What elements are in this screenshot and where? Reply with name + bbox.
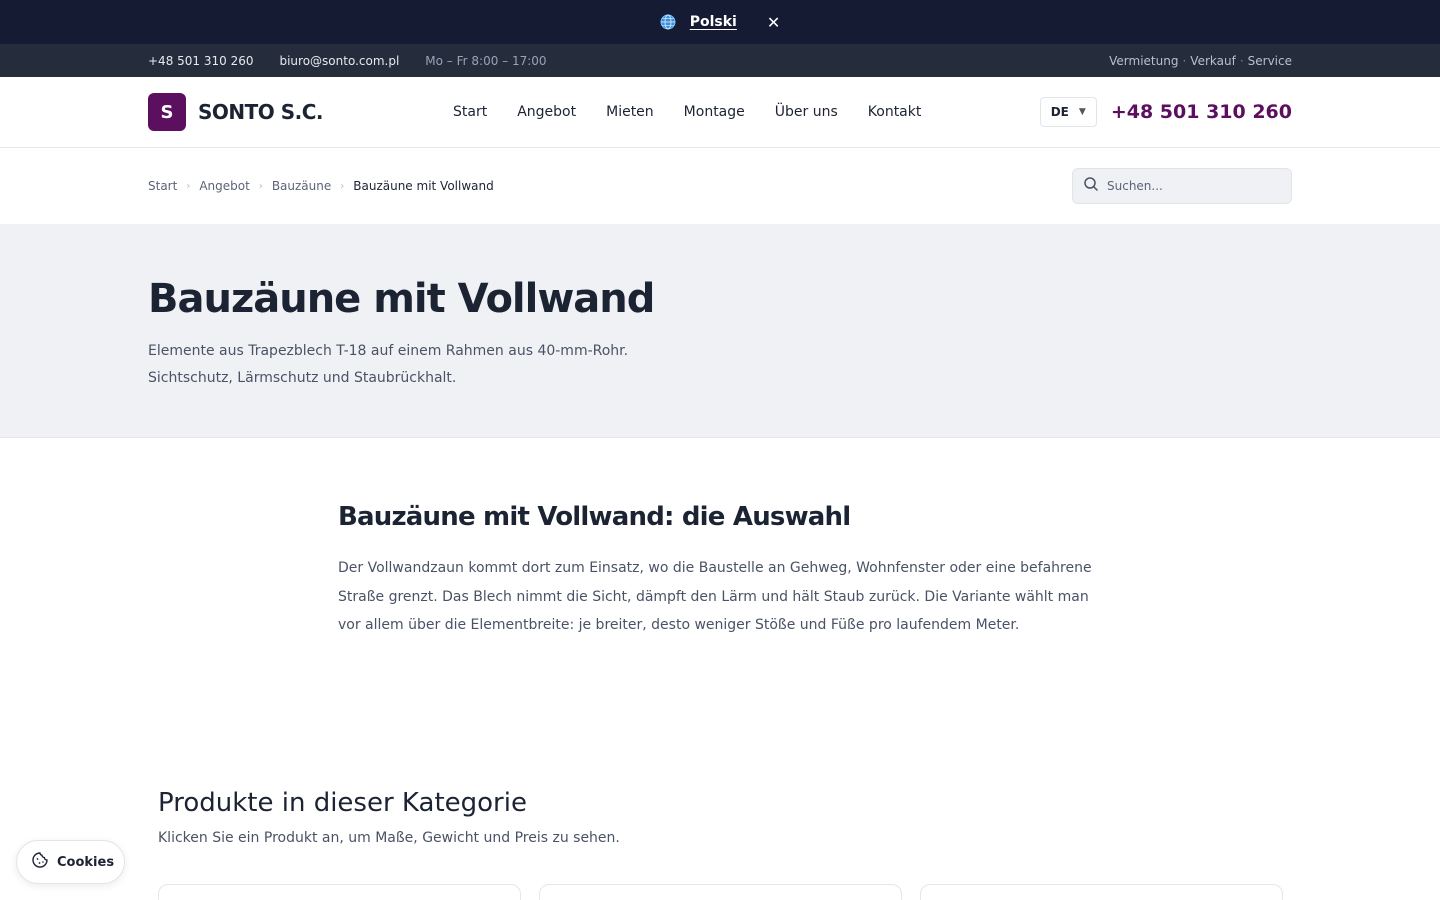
- product-card[interactable]: [920, 884, 1283, 900]
- header-phone[interactable]: +48 501 310 260: [1111, 101, 1292, 123]
- breadcrumb-angebot[interactable]: Angebot: [199, 179, 249, 193]
- search-icon: [1083, 176, 1099, 196]
- product-card[interactable]: [158, 884, 521, 900]
- breadcrumb-row: Start › Angebot › Bauzäune › Bauzäune mi…: [0, 148, 1440, 224]
- intro-line: Straße grenzt. Das Blech nimmt die Sicht…: [338, 588, 1089, 605]
- language-select[interactable]: DE ▼: [1039, 97, 1097, 127]
- products-hint: Klicken Sie ein Produkt an, um Maße, Gew…: [158, 830, 620, 846]
- service-rental: Vermietung: [1109, 53, 1179, 68]
- service-service: Service: [1247, 53, 1292, 68]
- hero-subtitle: Elemente aus Trapezblech T-18 auf einem …: [148, 338, 1292, 392]
- main-nav: Start Angebot Mieten Montage Über uns Ko…: [453, 77, 921, 147]
- cookie-icon: [31, 851, 49, 873]
- site-header: S SONTO S.C. Start Angebot Mieten Montag…: [0, 77, 1440, 148]
- cookies-button[interactable]: Cookies: [16, 840, 125, 884]
- service-sale: Verkauf: [1190, 53, 1236, 68]
- nav-mieten[interactable]: Mieten: [606, 104, 654, 120]
- search-input[interactable]: [1107, 179, 1277, 193]
- logo-text: SONTO S.C.: [198, 100, 324, 124]
- language-banner: Polski ✕: [0, 0, 1440, 44]
- products-section: Produkte in dieser Kategorie Klicken Sie…: [158, 788, 620, 846]
- breadcrumb-separator: ›: [258, 180, 263, 192]
- nav-montage[interactable]: Montage: [684, 104, 745, 120]
- intro-paragraph: Der Vollwandzaun kommt dort zum Einsatz,…: [338, 554, 1110, 640]
- product-card[interactable]: [539, 884, 902, 900]
- service-separator: ·: [1239, 53, 1244, 68]
- cookies-label: Cookies: [57, 854, 115, 870]
- nav-angebot[interactable]: Angebot: [517, 104, 576, 120]
- breadcrumb: Start › Angebot › Bauzäune › Bauzäune mi…: [148, 179, 494, 193]
- search-box: [1072, 168, 1292, 204]
- topbar-phone[interactable]: +48 501 310 260: [148, 54, 253, 68]
- service-separator: ·: [1182, 53, 1187, 68]
- breadcrumb-bauzaeune[interactable]: Bauzäune: [272, 179, 331, 193]
- breadcrumb-current: Bauzäune mit Vollwand: [353, 179, 494, 193]
- logo-mark: S: [148, 93, 186, 131]
- breadcrumb-separator: ›: [340, 180, 345, 192]
- breadcrumb-separator: ›: [186, 180, 191, 192]
- chevron-down-icon: ▼: [1078, 107, 1086, 117]
- intro-line: Der Vollwandzaun kommt dort zum Einsatz,…: [338, 560, 1092, 576]
- close-banner-icon[interactable]: ✕: [767, 13, 780, 32]
- topbar-services: Vermietung · Verkauf · Service: [1109, 54, 1292, 68]
- page-title: Bauzäune mit Vollwand: [148, 276, 655, 322]
- hero-subtitle-line: Sichtschutz, Lärmschutz und Staubrückhal…: [148, 370, 457, 386]
- top-info-bar: +48 501 310 260 biuro@sonto.com.pl Mo – …: [0, 44, 1440, 77]
- product-cards: [158, 884, 1283, 900]
- topbar-email[interactable]: biuro@sonto.com.pl: [279, 54, 399, 68]
- nav-start[interactable]: Start: [453, 104, 487, 120]
- globe-icon: [660, 14, 676, 30]
- hero-subtitle-line: Elemente aus Trapezblech T-18 auf einem …: [148, 343, 629, 359]
- language-code: DE: [1050, 105, 1069, 119]
- nav-ueber-uns[interactable]: Über uns: [775, 104, 838, 120]
- intro-heading: Bauzäune mit Vollwand: die Auswahl: [338, 502, 851, 532]
- logo[interactable]: S SONTO S.C.: [148, 93, 324, 131]
- topbar-hours: Mo – Fr 8:00 – 17:00: [425, 53, 547, 68]
- breadcrumb-start[interactable]: Start: [148, 179, 177, 193]
- intro-section: Bauzäune mit Vollwand: die Auswahl Der V…: [0, 438, 1110, 640]
- hero-section: Bauzäune mit Vollwand Elemente aus Trape…: [0, 224, 1440, 438]
- products-heading: Produkte in dieser Kategorie: [158, 788, 527, 818]
- nav-kontakt[interactable]: Kontakt: [868, 104, 922, 120]
- switch-language-link[interactable]: Polski: [690, 14, 737, 30]
- intro-line: vor allem über die Elementbreite: je bre…: [338, 617, 1020, 633]
